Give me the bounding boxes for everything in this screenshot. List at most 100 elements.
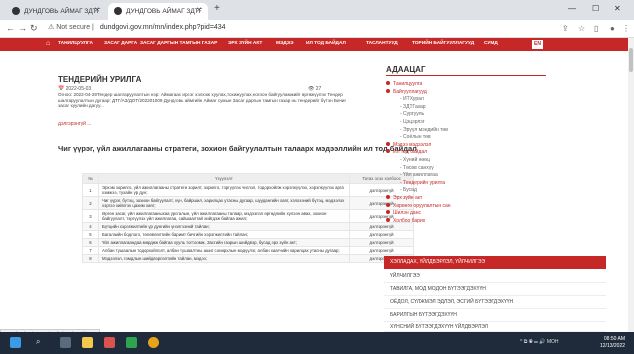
favicon-icon [114, 7, 122, 15]
table-row: 8 Мэдээлэл, гомдлын шийдвэрлэлтийн тайлан… [82, 254, 414, 263]
back-icon[interactable]: ← [6, 23, 15, 33]
row-text: Бүтцийн хэрэгжилтийн үр дүнгийн үнэлгээн… [98, 222, 350, 231]
sidebar-subitem[interactable]: - Соёлын төв [386, 134, 451, 142]
page-body: ТЕНДЕРИЙН УРИЛГА 📅 2022-05-03 👁 27 Огноо… [0, 51, 628, 332]
main-content: ТЕНДЕРИЙН УРИЛГА 📅 2022-05-03 👁 27 Огноо… [58, 51, 417, 332]
security-warning[interactable]: ⚠ Not secure | [48, 24, 94, 31]
task-view-icon[interactable] [60, 337, 71, 348]
sidebar-item[interactable]: Байгууллагууд [386, 88, 451, 97]
close-window-icon[interactable]: ✕ [614, 4, 621, 13]
sidebar-title: АДААЦАГ [386, 65, 426, 74]
sidebar-subitem[interactable]: - Эрүүл мэндийн төв [386, 127, 451, 135]
article-title: ТЕНДЕРИЙН УРИЛГА [58, 75, 142, 84]
sidebar-item-label: Холбоо барих [393, 217, 426, 224]
system-tray[interactable]: ^ ⧉ ◉ ▭ 🔊 МОН [520, 339, 559, 345]
row-text: Албан тушаалын тодорхойлолт, албан тушаа… [98, 246, 350, 255]
category-link[interactable]: ТАВИЛГА, МОД МОДОН БҮТЭЭГДЭХҮҮН [384, 283, 606, 296]
favicon-icon [12, 7, 20, 15]
sidebar-item[interactable]: Холбоо барих [386, 217, 451, 226]
sidebar-subitem[interactable]: - Үйл ажиллагаа [386, 172, 451, 180]
bullet-icon [386, 217, 390, 222]
bookmark-star-icon[interactable]: ☆ [578, 24, 585, 33]
chrome-icon[interactable] [148, 337, 159, 348]
table-row: 4 Бүтцийн хэрэгжилтийн үр дүнгийн үнэлгээ… [82, 222, 414, 231]
row-number: 4 [82, 222, 99, 231]
excel-icon[interactable] [126, 337, 137, 348]
close-tab-icon[interactable]: ✕ [196, 6, 202, 14]
table-row: 1 Эрхэм зорилго, үйл ажиллагааны стратеги… [82, 183, 414, 197]
reload-icon[interactable]: ↻ [30, 23, 38, 34]
bullet-icon [386, 81, 390, 85]
sidebar-subitem[interactable]: - Сургууль [386, 111, 451, 119]
sidebar-subitem[interactable]: - Бусад [386, 187, 451, 195]
read-more-link[interactable]: дэлгэрэнгүй ... [58, 121, 91, 127]
menu-item-transparency[interactable]: ИЛ ТОД БАЙДАЛ [306, 41, 346, 46]
menu-item-intro[interactable]: ТАНИЛЦУУЛГА [58, 41, 93, 46]
windows-start-icon[interactable] [10, 337, 21, 348]
sidebar-item[interactable]: Ил тод байдал [386, 149, 451, 157]
maximize-icon[interactable]: ☐ [592, 4, 599, 13]
sidebar-item[interactable]: Танилцуулга [386, 81, 451, 89]
category-link[interactable]: ҮЙЛЧИЛГЭЭ [384, 270, 606, 283]
menu-item-soums[interactable]: СУМД [484, 41, 498, 46]
sidebar-subitem[interactable]: - Цэцэрлэг [386, 119, 451, 127]
row-number: 6 [82, 238, 99, 247]
bullet-icon [386, 210, 390, 215]
menu-item-agencies[interactable]: ТОРИЙН БАЙГУУЛЛАГУУД [412, 41, 474, 46]
category-banner[interactable]: ХЭЛЛАДАХ, ҮЙЛДВЭРЛЭЛ, ҮЙЛЧИЛГЭЭ [384, 256, 606, 269]
minimize-icon[interactable]: — [568, 4, 576, 13]
menu-item-depts[interactable]: ТАСЛАНТУУД [366, 41, 398, 46]
sidebar-subitem[interactable]: - ЗДТГазар [386, 104, 451, 112]
file-explorer-icon[interactable] [82, 337, 93, 348]
close-tab-icon[interactable]: ✕ [94, 6, 100, 14]
address-bar: ← → ↻ ⚠ Not secure | dundgovi.gov.mn/mn/… [0, 20, 634, 38]
new-tab-icon[interactable]: + [214, 3, 220, 14]
page-scrollbar[interactable] [628, 38, 634, 332]
sidebar-subitem-active[interactable]: - Тендерийн урилга [386, 180, 451, 188]
menu-item-news[interactable]: МЭДЭЭ [276, 41, 294, 46]
sidebar-item-label: Байгууллагууд [393, 88, 427, 95]
home-icon[interactable]: ⌂ [46, 40, 50, 47]
sidebar-item[interactable]: Эрх зүйн акт [386, 194, 451, 203]
sidebar-subitem[interactable]: - Хүний нөөц [386, 157, 451, 165]
language-switch[interactable]: EN [532, 40, 543, 49]
sidebar-subitem[interactable]: - ИТХурал [386, 96, 451, 104]
tab-title: ДУНДГОВЬ АЙМАГ ЗДТГ [24, 8, 101, 15]
menu-item-office[interactable]: ЗАСАГ ДАРГЫН ТАМГЫН ГАЗАР [140, 41, 217, 46]
browser-tab-bar: ДУНДГОВЬ АЙМАГ ЗДТГ ✕ ДУНДГОВЬ АЙМАГ ЗДТ… [0, 0, 634, 20]
search-icon[interactable]: ⌕ [36, 337, 47, 348]
profile-icon[interactable]: ● [610, 24, 615, 33]
url-field[interactable]: ⚠ Not secure | dundgovi.gov.mn/mn/index.… [48, 23, 226, 31]
site-nav-menu: ⌂ ТАНИЛЦУУЛГА ЗАСАГ ДАРГА ЗАСАГ ДАРГЫН Т… [0, 38, 628, 51]
taskbar-clock[interactable]: 08:50 AM 12/13/2022 [600, 336, 625, 349]
sidebar-item[interactable]: Хөрөнгө оруулалтын сан [386, 202, 451, 211]
sidebar-subitem[interactable]: - Төсөв санхүү [386, 165, 451, 173]
row-number: 3 [82, 209, 99, 223]
menu-item-legal[interactable]: ЭРХ ЗҮЙН АКТ [228, 41, 262, 46]
scrollbar-thumb[interactable] [629, 48, 633, 72]
tab-title: ДУНДГОВЬ АЙМАГ ЗДТГ [126, 8, 203, 15]
windows-taskbar: ⌕ ^ ⧉ ◉ ▭ 🔊 МОН 08:50 AM 12/13/2022 [0, 332, 634, 354]
browser-tab-active[interactable]: ДУНДГОВЬ АЙМАГ ЗДТГ ✕ [108, 3, 208, 20]
forward-icon[interactable]: → [18, 23, 27, 33]
category-link[interactable]: ХҮНСНИЙ БҮТЭЭГДЭХҮҮН ҮЙЛДВЭРЛЭЛ [384, 321, 606, 332]
sidebar-item-label: Шилэн данс [393, 210, 421, 217]
security-label: Not secure [56, 24, 91, 31]
browser-tab[interactable]: ДУНДГОВЬ АЙМАГ ЗДТГ ✕ [6, 3, 106, 20]
sidebar-item[interactable]: Шилэн данс [386, 210, 451, 218]
sidebar-item-label: Ил тод байдал [393, 149, 428, 156]
sidebar-item-label: Хөрөнгө оруулалтын сан [393, 202, 451, 209]
col-header-indicator: Үзүүлэлт [98, 173, 350, 184]
share-icon[interactable]: ⇪ [562, 24, 569, 33]
bullet-icon [386, 194, 390, 199]
menu-item-governor[interactable]: ЗАСАГ ДАРГА [104, 41, 137, 46]
table-row: 2 Чиг үүрэг, бүтэц, зохион байгуулалт, хү… [82, 196, 414, 210]
powerpoint-icon[interactable] [104, 337, 115, 348]
sidebar-icon[interactable]: ▯ [594, 24, 598, 33]
table-row: 3 Өргөн засаг, үйл ажиллагааныхаа урсгалы… [82, 209, 414, 223]
more-icon[interactable]: ⋮ [622, 24, 630, 33]
row-number: 1 [82, 183, 99, 197]
sidebar-divider [386, 75, 546, 76]
category-link[interactable]: ОЁДОЛ, СҮЛЖМЭЛ ЭДЛЭЛ, ЭСГИЙ БҮТЭЭГДЭХҮҮН [384, 296, 606, 309]
input-language[interactable]: МОН [547, 339, 559, 345]
